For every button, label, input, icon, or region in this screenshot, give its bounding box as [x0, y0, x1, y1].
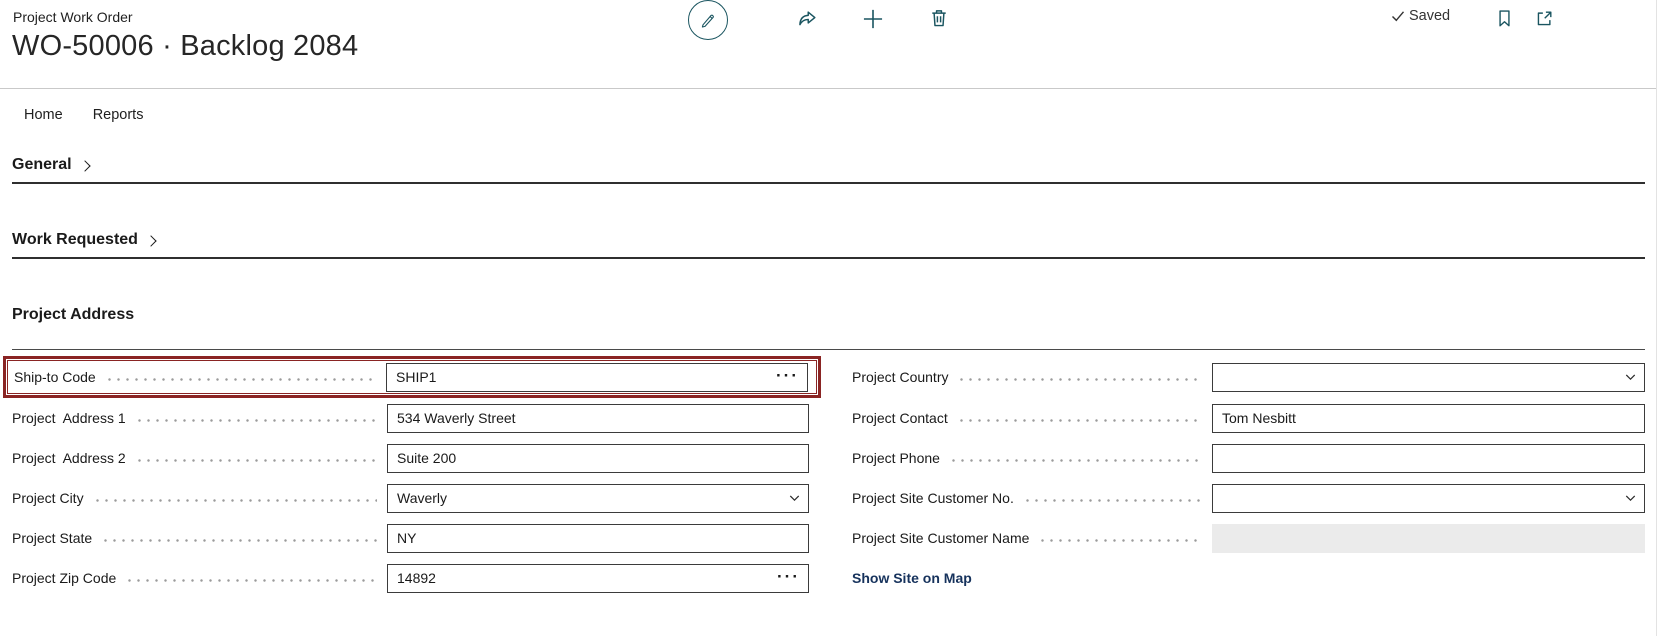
show-site-on-map-link[interactable]: Show Site on Map — [852, 570, 972, 586]
delete-button[interactable] — [928, 7, 950, 29]
bookmark-button[interactable] — [1494, 8, 1515, 29]
new-button[interactable] — [861, 7, 885, 31]
field-label: Project City — [12, 490, 84, 506]
assist-edit-icon[interactable]: ··· — [777, 568, 800, 585]
dotted-leader — [101, 539, 377, 542]
project-site-customer-no-select[interactable] — [1212, 484, 1645, 513]
field-label: Project Site Customer No. — [852, 490, 1014, 506]
field-row: Project Country — [852, 356, 1645, 398]
field-row: Project Zip Code ··· — [12, 558, 809, 598]
open-new-window-icon — [1534, 8, 1555, 29]
tab-reports[interactable]: Reports — [93, 107, 144, 123]
bookmark-icon — [1494, 8, 1515, 29]
dotted-leader — [125, 579, 377, 582]
section-general[interactable]: General — [12, 156, 89, 174]
pencil-icon — [699, 11, 717, 29]
section-general-label: General — [12, 156, 72, 174]
dotted-leader — [949, 459, 1202, 462]
field-label: Project Zip Code — [12, 570, 116, 586]
dotted-leader — [135, 419, 377, 422]
ship-to-code-input[interactable] — [386, 363, 808, 392]
field-row: Project Site Customer Name — [852, 518, 1645, 558]
section-project-address[interactable]: Project Address — [12, 306, 134, 324]
page-title: WO-50006 · Backlog 2084 — [12, 30, 358, 63]
dotted-leader — [957, 419, 1202, 422]
field-row: Project Site Customer No. — [852, 478, 1645, 518]
section-work-requested[interactable]: Work Requested — [12, 231, 155, 249]
field-label: Project State — [12, 530, 92, 546]
field-label: Project Phone — [852, 450, 940, 466]
field-label: Project Address 2 — [12, 450, 126, 466]
open-new-window-button[interactable] — [1534, 8, 1555, 29]
title-divider — [0, 88, 1656, 89]
project-city-select[interactable] — [387, 484, 809, 513]
field-row: Project Contact — [852, 398, 1645, 438]
project-phone-input[interactable] — [1212, 444, 1645, 473]
project-address-right-column: Project Country Project Contact Project … — [852, 356, 1645, 598]
section-divider — [12, 257, 1645, 259]
dotted-leader — [105, 378, 376, 381]
field-label: Ship-to Code — [14, 369, 96, 385]
field-row: Show Site on Map — [852, 558, 1645, 598]
field-row: Project Phone — [852, 438, 1645, 478]
project-address-1-input[interactable] — [387, 404, 809, 433]
field-row: Project Address 2 — [12, 438, 809, 478]
project-country-select[interactable] — [1212, 363, 1645, 392]
ship-to-code-highlight: Ship-to Code ··· — [3, 356, 821, 398]
section-project-address-label: Project Address — [12, 306, 134, 324]
section-work-requested-label: Work Requested — [12, 231, 138, 249]
page-caption: Project Work Order — [13, 9, 133, 25]
project-zip-code-input[interactable] — [387, 564, 809, 593]
field-row: Project State — [12, 518, 809, 558]
tab-bar: Home Reports — [24, 107, 143, 123]
share-button[interactable] — [796, 8, 818, 30]
project-site-customer-name-input — [1212, 524, 1645, 553]
dotted-leader — [957, 378, 1202, 381]
field-label: Project Site Customer Name — [852, 530, 1029, 546]
save-status: Saved — [1390, 8, 1450, 24]
dotted-leader — [1023, 499, 1202, 502]
field-row: Project City — [12, 478, 809, 518]
chevron-right-icon — [79, 160, 90, 171]
saved-label: Saved — [1409, 8, 1450, 24]
field-label: Project Contact — [852, 410, 948, 426]
assist-edit-icon[interactable]: ··· — [776, 367, 799, 384]
chevron-down-icon[interactable] — [1623, 491, 1638, 506]
chevron-down-icon[interactable] — [787, 491, 802, 506]
section-divider — [12, 349, 1645, 350]
checkmark-icon — [1390, 8, 1406, 24]
tab-home[interactable]: Home — [24, 107, 63, 123]
field-label: Project Country — [852, 369, 948, 385]
field-row: Ship-to Code ··· — [14, 361, 808, 393]
dotted-leader — [135, 459, 377, 462]
trash-icon — [928, 7, 950, 29]
project-state-input[interactable] — [387, 524, 809, 553]
project-address-2-input[interactable] — [387, 444, 809, 473]
project-address-left-column: Ship-to Code ··· Project Address 1 Proje… — [12, 356, 809, 598]
dotted-leader — [1038, 539, 1202, 542]
section-divider — [12, 182, 1645, 184]
field-row: Project Address 1 — [12, 398, 809, 438]
edit-button[interactable] — [688, 0, 728, 40]
project-contact-input[interactable] — [1212, 404, 1645, 433]
field-label: Project Address 1 — [12, 410, 126, 426]
plus-icon — [861, 7, 885, 31]
chevron-right-icon — [145, 235, 156, 246]
share-icon — [796, 8, 818, 30]
chevron-down-icon[interactable] — [1623, 370, 1638, 385]
dotted-leader — [93, 499, 377, 502]
project-work-order-page: Project Work Order — [0, 0, 1657, 636]
